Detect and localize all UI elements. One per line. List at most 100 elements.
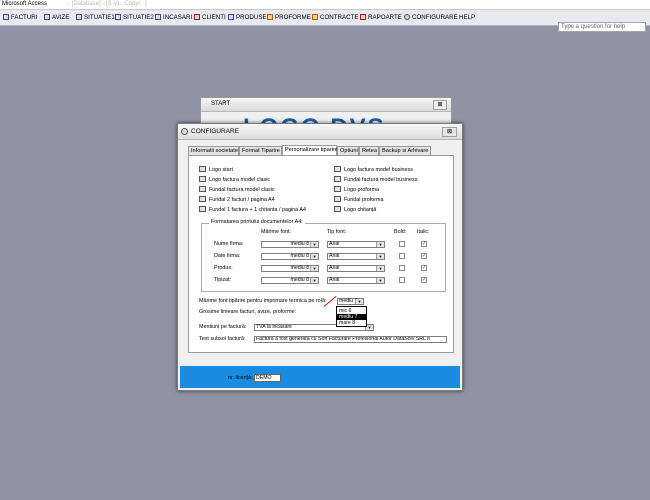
gear-icon <box>404 14 410 20</box>
row-label-date-firma: Date firma: <box>214 253 241 259</box>
italic-checkbox-produs[interactable]: ✓ <box>421 265 427 271</box>
link-logo-proforma[interactable]: Logo proforma <box>334 186 379 193</box>
row-label-produs: Produs: <box>214 265 233 271</box>
link-logo-start[interactable]: Logo start <box>199 166 233 173</box>
menu-situatie1[interactable]: SITUATIE1 <box>76 13 115 22</box>
mentions-label: Mentiuni pe factură: <box>199 324 247 330</box>
app-title-subtext: - [Database] - [S-VL, Copyr...] <box>68 1 147 7</box>
font-select-tipizat[interactable]: Arial ▼ <box>327 277 385 284</box>
thermal-font-select[interactable]: mediu 7 ▼ <box>337 298 364 305</box>
link-logo-factura-clasic[interactable]: Logo factura model clasic <box>199 176 270 183</box>
col-bold: Bold: <box>394 229 407 235</box>
document-icon <box>115 14 121 20</box>
menu-avize[interactable]: AVIZE <box>44 13 69 22</box>
italic-checkbox-date-firma[interactable]: ✓ <box>421 253 427 259</box>
image-icon <box>199 176 206 182</box>
menu-clienti[interactable]: CLIENTI <box>194 13 226 22</box>
chevron-down-icon: ▼ <box>376 278 384 283</box>
start-close-button[interactable]: ⊠ <box>433 100 447 110</box>
menu-rapoarte[interactable]: RAPOARTE <box>360 13 402 22</box>
chevron-down-icon: ▼ <box>310 266 318 271</box>
dialog-title: CONFIGURARE <box>191 128 240 135</box>
bold-checkbox-produs[interactable] <box>399 265 405 271</box>
document-icon <box>155 14 161 20</box>
image-icon <box>334 176 341 182</box>
document-icon <box>3 14 9 20</box>
image-icon <box>199 166 206 172</box>
size-select-date-firma[interactable]: mediu 8 ▼ <box>261 253 319 260</box>
bold-checkbox-tipizat[interactable] <box>399 277 405 283</box>
italic-checkbox-tipizat[interactable]: ✓ <box>421 277 427 283</box>
link-fundal-factura-business[interactable]: Fundal factura model business <box>334 176 417 183</box>
chevron-down-icon: ▼ <box>376 242 384 247</box>
report-icon <box>360 14 366 20</box>
chevron-down-icon: ▼ <box>355 299 363 304</box>
image-icon <box>199 186 206 192</box>
tab-optiuni[interactable]: Optiuni <box>337 146 359 155</box>
chevron-down-icon: ▼ <box>310 278 318 283</box>
link-fundal-factura-chitanta[interactable]: Fundal 1 factura + 1 chitanta / pagina A… <box>199 206 306 213</box>
size-select-tipizat[interactable]: mediu 8 ▼ <box>261 277 319 284</box>
users-icon <box>194 14 200 20</box>
image-icon <box>199 196 206 202</box>
font-select-produs[interactable]: Arial ▼ <box>327 265 385 272</box>
italic-checkbox-nume-firma[interactable]: ✓ <box>421 241 427 247</box>
app-title: Microsoft Access <box>2 1 48 7</box>
col-font-type: Tip font: <box>327 229 347 235</box>
tab-retea[interactable]: Retea <box>359 146 379 155</box>
dropdown-option-mare[interactable]: mare 8 <box>337 320 366 326</box>
chevron-down-icon: ▼ <box>376 266 384 271</box>
box-icon <box>228 14 234 20</box>
font-select-date-firma[interactable]: Arial ▼ <box>327 253 385 260</box>
thermal-font-label: Mărime font tipărire pentru imprimare te… <box>199 298 327 304</box>
size-select-produs[interactable]: mediu 8 ▼ <box>261 265 319 272</box>
link-logo-factura-business[interactable]: Logo factura model business <box>334 166 413 173</box>
font-select-nume-firma[interactable]: Arial ▼ <box>327 241 385 248</box>
tab-backup-arhivare[interactable]: Backup si Arhivare <box>379 146 431 155</box>
menu-bar: FACTURI AVIZE SITUATIE1 SITUATIE2 INCASA… <box>0 10 650 32</box>
license-field[interactable]: DEMO <box>254 374 281 382</box>
format-legend: Formatarea printului documentelor A4: <box>209 219 305 225</box>
document-icon <box>267 14 273 20</box>
menu-configurare[interactable]: CONFIGURARE <box>404 13 458 22</box>
footer-text-label: Text subsol factură: <box>199 336 246 342</box>
link-fundal-factura-clasic[interactable]: Fundal factura model clasic <box>199 186 275 193</box>
dialog-title-bar: CONFIGURARE ⊠ <box>178 124 462 140</box>
menu-contracte[interactable]: CONTRACTE <box>312 13 359 22</box>
tab-personalizare-tiparire[interactable]: Personalizare tiparire <box>282 145 338 155</box>
row-label-tipizat: Tipizat: <box>214 277 232 283</box>
document-icon <box>76 14 82 20</box>
menu-help[interactable]: HELP <box>459 13 475 22</box>
dialog-footer: nr. licenţă: DEMO <box>180 366 460 388</box>
menu-incasari[interactable]: INCASARI <box>155 13 192 22</box>
row-label-nume-firma: Nume firma: <box>214 241 244 247</box>
size-select-nume-firma[interactable]: mediu 8 ▼ <box>261 241 319 248</box>
gear-icon <box>181 128 188 135</box>
start-title: START <box>211 101 231 107</box>
chevron-down-icon: ▼ <box>310 254 318 259</box>
chevron-down-icon: ▼ <box>376 254 384 259</box>
image-icon <box>334 206 341 212</box>
bold-checkbox-nume-firma[interactable] <box>399 241 405 247</box>
app-title-bar: Microsoft Access - [Database] - [S-VL, C… <box>0 0 650 10</box>
thermal-dropdown-list: mic 6 mediu 7 mare 8 <box>336 306 367 327</box>
menu-facturi[interactable]: FACTURI <box>3 13 37 22</box>
dialog-close-button[interactable]: ⊠ <box>442 127 457 137</box>
link-fundal-2-facturi[interactable]: Fundal 2 facturi / pagina A4 <box>199 196 275 203</box>
chevron-down-icon: ▼ <box>310 242 318 247</box>
menu-produse[interactable]: PRODUSE <box>228 13 267 22</box>
link-logo-chitanta[interactable]: Logo chitanță <box>334 206 376 213</box>
line-thickness-label: Grosime linieare facturi, avize, proform… <box>199 309 297 315</box>
help-search-input[interactable]: Type a question for help <box>558 22 646 32</box>
image-icon <box>334 166 341 172</box>
col-italic: Italic: <box>417 229 430 235</box>
image-icon <box>334 196 341 202</box>
tab-informatii-societate[interactable]: Informatii societate <box>188 146 239 155</box>
link-fundal-proforma[interactable]: Fundal proforma <box>334 196 384 203</box>
footer-text-input[interactable]: Factura a fost generata cu Soft Facturar… <box>254 336 447 343</box>
configurare-dialog: CONFIGURARE ⊠ Informatii societate Forma… <box>177 123 463 391</box>
menu-situatie2[interactable]: SITUATIE2 <box>115 13 154 22</box>
bold-checkbox-date-firma[interactable] <box>399 253 405 259</box>
tab-format-tiparire[interactable]: Format Tiparire <box>239 146 282 155</box>
menu-proforme[interactable]: PROFORME <box>267 13 311 22</box>
